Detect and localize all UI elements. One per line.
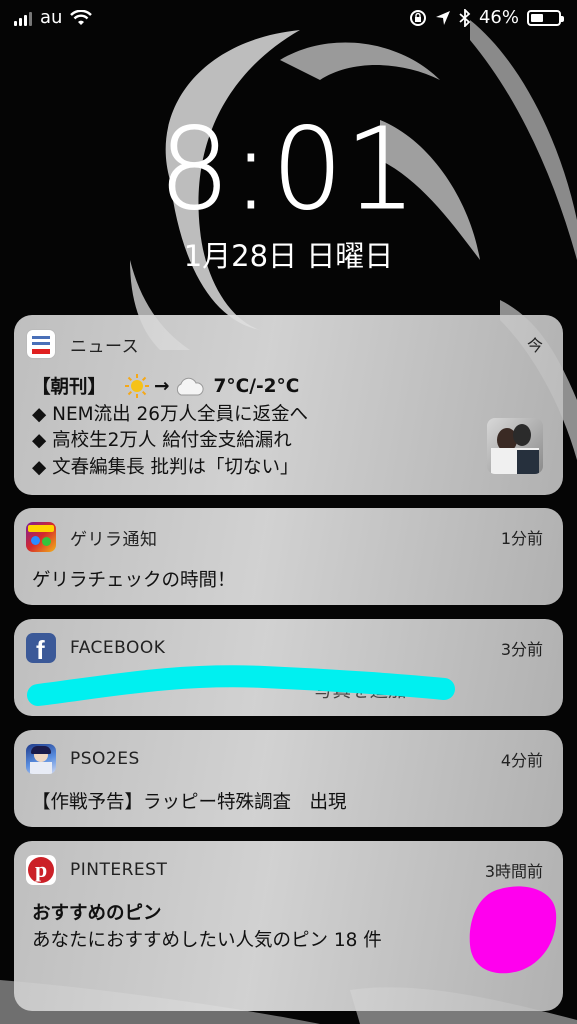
notification-pso2es[interactable]: PSO2ES 4分前 【作戦予告】ラッピー特殊調査 出現 bbox=[14, 730, 563, 827]
pinterest-app-icon: p bbox=[26, 855, 56, 885]
signal-strength-icon bbox=[14, 10, 32, 26]
redaction-blob bbox=[469, 886, 557, 974]
weather-line: 【朝刊】 → 7°C/-2°C bbox=[32, 373, 299, 399]
notification-facebook[interactable]: f FACEBOOK 3分前 写真を追加 bbox=[14, 619, 563, 716]
battery-level-fill bbox=[531, 13, 543, 22]
lock-screen-time: 8:01 bbox=[158, 105, 419, 235]
news-headline-3: ◆ 文春編集長 批判は「切ない」 bbox=[32, 457, 299, 478]
status-bar: au 46% bbox=[0, 0, 577, 36]
bluetooth-icon bbox=[459, 8, 471, 27]
app-name: PINTEREST bbox=[70, 860, 168, 880]
temperature-range: 7°C/-2°C bbox=[213, 375, 300, 397]
location-icon bbox=[435, 10, 450, 25]
battery-icon bbox=[527, 9, 564, 26]
app-name: PSO2ES bbox=[70, 749, 140, 769]
wifi-icon bbox=[70, 9, 93, 25]
app-name: FACEBOOK bbox=[70, 638, 166, 658]
news-headline-1: ◆ NEM流出 26万人全員に返金へ bbox=[32, 404, 309, 425]
battery-percent: 46% bbox=[478, 7, 519, 28]
news-thumbnail bbox=[487, 418, 543, 474]
lock-screen-date: 1月28日 日曜日 bbox=[183, 239, 394, 273]
notification-title: おすすめのピン bbox=[32, 903, 162, 924]
notification-time: 1分前 bbox=[500, 529, 543, 548]
notification-news[interactable]: ニュース 今 【朝刊】 → 7°C/-2°C ◆ NEM流出 26万人全員に返金… bbox=[14, 315, 563, 495]
yahoo-news-app-icon bbox=[26, 329, 56, 359]
notification-time: 今 bbox=[526, 336, 543, 355]
sun-icon bbox=[125, 374, 150, 398]
notification-body: あなたにおすすめしたい人気のピン 18 件 bbox=[32, 930, 382, 951]
pso2es-app-icon bbox=[26, 744, 56, 774]
app-name: ニュース bbox=[70, 336, 140, 357]
app-name: ゲリラ通知 bbox=[70, 529, 158, 550]
guerrilla-app-icon bbox=[26, 522, 56, 552]
notification-time: 3分前 bbox=[500, 640, 543, 659]
carrier-label: au bbox=[40, 7, 63, 28]
morning-edition-label: 【朝刊】 bbox=[32, 377, 107, 398]
notification-time: 3時間前 bbox=[484, 862, 543, 881]
news-headline-2: ◆ 高校生2万人 給付金支給漏れ bbox=[32, 430, 292, 451]
orientation-lock-icon bbox=[409, 9, 426, 26]
notification-body: 【作戦予告】ラッピー特殊調査 出現 bbox=[32, 792, 347, 813]
notification-guerrilla[interactable]: ゲリラ通知 1分前 ゲリラチェックの時間！ bbox=[14, 508, 563, 605]
facebook-app-icon: f bbox=[26, 633, 56, 663]
notification-time: 4分前 bbox=[500, 751, 543, 770]
arrow-icon: → bbox=[154, 375, 170, 397]
redaction-mark bbox=[27, 665, 455, 706]
notification-body: ゲリラチェックの時間！ bbox=[32, 570, 236, 591]
cloud-icon bbox=[176, 377, 204, 396]
notification-pinterest[interactable]: p PINTEREST 3時間前 おすすめのピン あなたにおすすめしたい人気のピ… bbox=[14, 841, 563, 1011]
